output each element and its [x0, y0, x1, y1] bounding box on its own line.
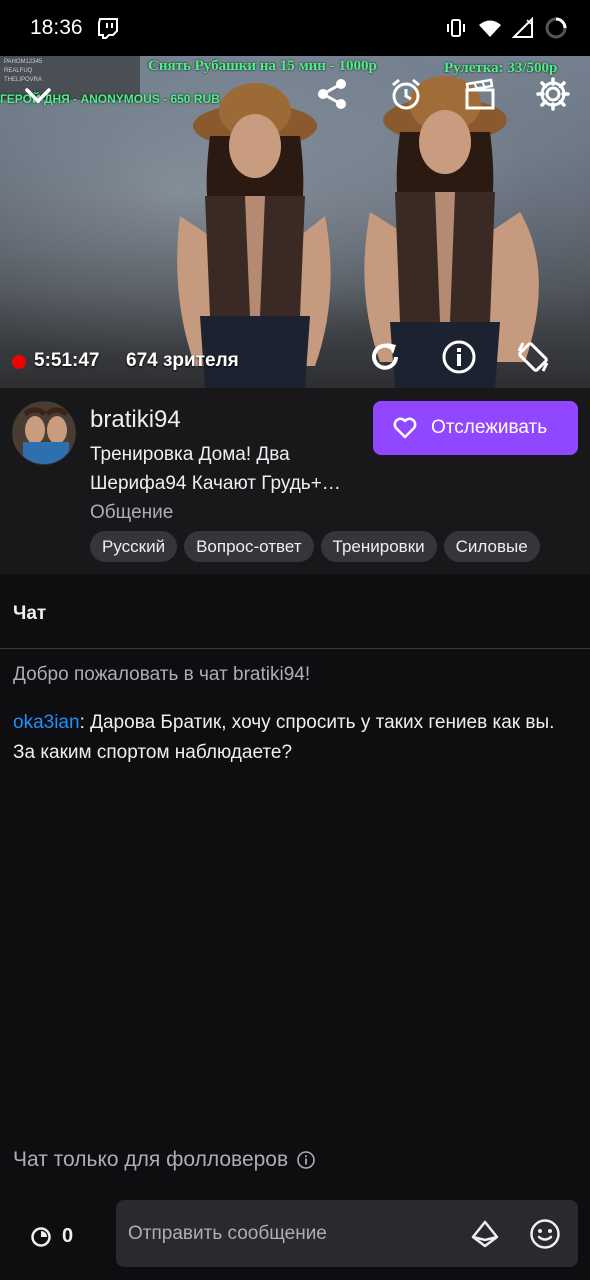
chat-welcome-message: Добро пожаловать в чат bratiki94! [13, 664, 311, 685]
loading-icon [544, 16, 568, 40]
stream-overlay-goal: Снять Рубашки на 15 мин - 1000р [148, 58, 377, 74]
tag-chip[interactable]: Вопрос-ответ [184, 531, 314, 562]
channel-points-button[interactable]: 0 [30, 1225, 73, 1248]
chat-input-container [116, 1200, 578, 1267]
chat-input-bar: 0 [0, 1192, 590, 1280]
donation-list-item: REALFUQ [4, 68, 33, 74]
bits-icon [471, 1220, 499, 1248]
followers-only-label: Чат только для фолловеров [13, 1148, 289, 1171]
refresh-icon [372, 343, 398, 370]
video-player[interactable]: PAHOM12345 REALFUQ THELIPOVRA Снять Руба… [0, 56, 590, 388]
chat-input[interactable] [128, 1200, 458, 1267]
live-indicator [12, 355, 26, 369]
streamer-left-figure [177, 83, 331, 388]
twitch-notification-icon [97, 17, 119, 39]
clip-button[interactable] [460, 74, 500, 114]
chat-username[interactable]: oka3ian [13, 712, 80, 733]
chevron-down-icon [25, 88, 51, 104]
clapperboard-icon [465, 78, 495, 110]
chat-separator: : [79, 712, 91, 733]
info-icon[interactable] [296, 1150, 316, 1170]
signal-icon [512, 17, 534, 39]
status-time: 18:36 [30, 16, 83, 39]
share-icon [318, 79, 346, 109]
gear-icon [536, 77, 570, 111]
alarm-clock-icon [392, 78, 420, 110]
share-button[interactable] [312, 74, 352, 114]
sleep-timer-button[interactable] [386, 74, 426, 114]
tag-chip[interactable]: Русский [90, 531, 178, 562]
chat-header: Чат [0, 574, 590, 649]
chat-message-text: Дарова Братик, хочу спросить у таких ген… [13, 712, 555, 763]
avatar-image [13, 402, 75, 464]
heart-icon [393, 417, 417, 439]
chat-message: oka3ian: Дарова Братик, хочу спросить у … [13, 708, 578, 768]
follow-button-label: Отслеживать [431, 417, 548, 438]
channel-points-icon [31, 1226, 51, 1247]
channel-points-count: 0 [62, 1225, 74, 1247]
status-icons [444, 16, 568, 40]
tag-list: Русский Вопрос-ответ Тренировки Силовые [90, 531, 578, 562]
stream-title: Тренировка Дома! Два Шерифа94 Качают Гру… [90, 444, 341, 494]
minimize-button[interactable] [20, 78, 56, 114]
rotate-button[interactable] [512, 336, 554, 378]
stream-category[interactable]: Общение [90, 502, 173, 524]
chat-title: Чат [13, 603, 47, 624]
followers-only-notice: Чат только для фолловеров [13, 1148, 316, 1172]
tag-chip[interactable]: Силовые [443, 531, 540, 562]
channel-name[interactable]: bratiki94 [90, 406, 181, 434]
screen-rotation-icon [517, 342, 549, 372]
channel-avatar[interactable] [12, 401, 76, 465]
status-bar: 18:36 [0, 0, 590, 56]
info-icon [442, 340, 476, 374]
emote-picker-button[interactable] [528, 1217, 562, 1251]
vibrate-icon [444, 17, 468, 39]
follow-button[interactable]: Отслеживать [373, 401, 578, 455]
stream-uptime: 5:51:47 [34, 350, 100, 371]
channel-info: bratiki94 Тренировка Дома! Два Шерифа94 … [0, 388, 590, 574]
viewer-count: 674 зрителя [126, 350, 239, 371]
stream-info-button[interactable] [438, 336, 480, 378]
settings-button[interactable] [533, 74, 573, 114]
donation-list-item: PAHOM12345 [4, 59, 43, 65]
smiley-face-icon [530, 1219, 560, 1249]
wifi-icon [478, 18, 502, 38]
tag-chip[interactable]: Тренировки [320, 531, 437, 562]
refresh-button[interactable] [364, 336, 406, 378]
bits-button[interactable] [468, 1217, 502, 1251]
